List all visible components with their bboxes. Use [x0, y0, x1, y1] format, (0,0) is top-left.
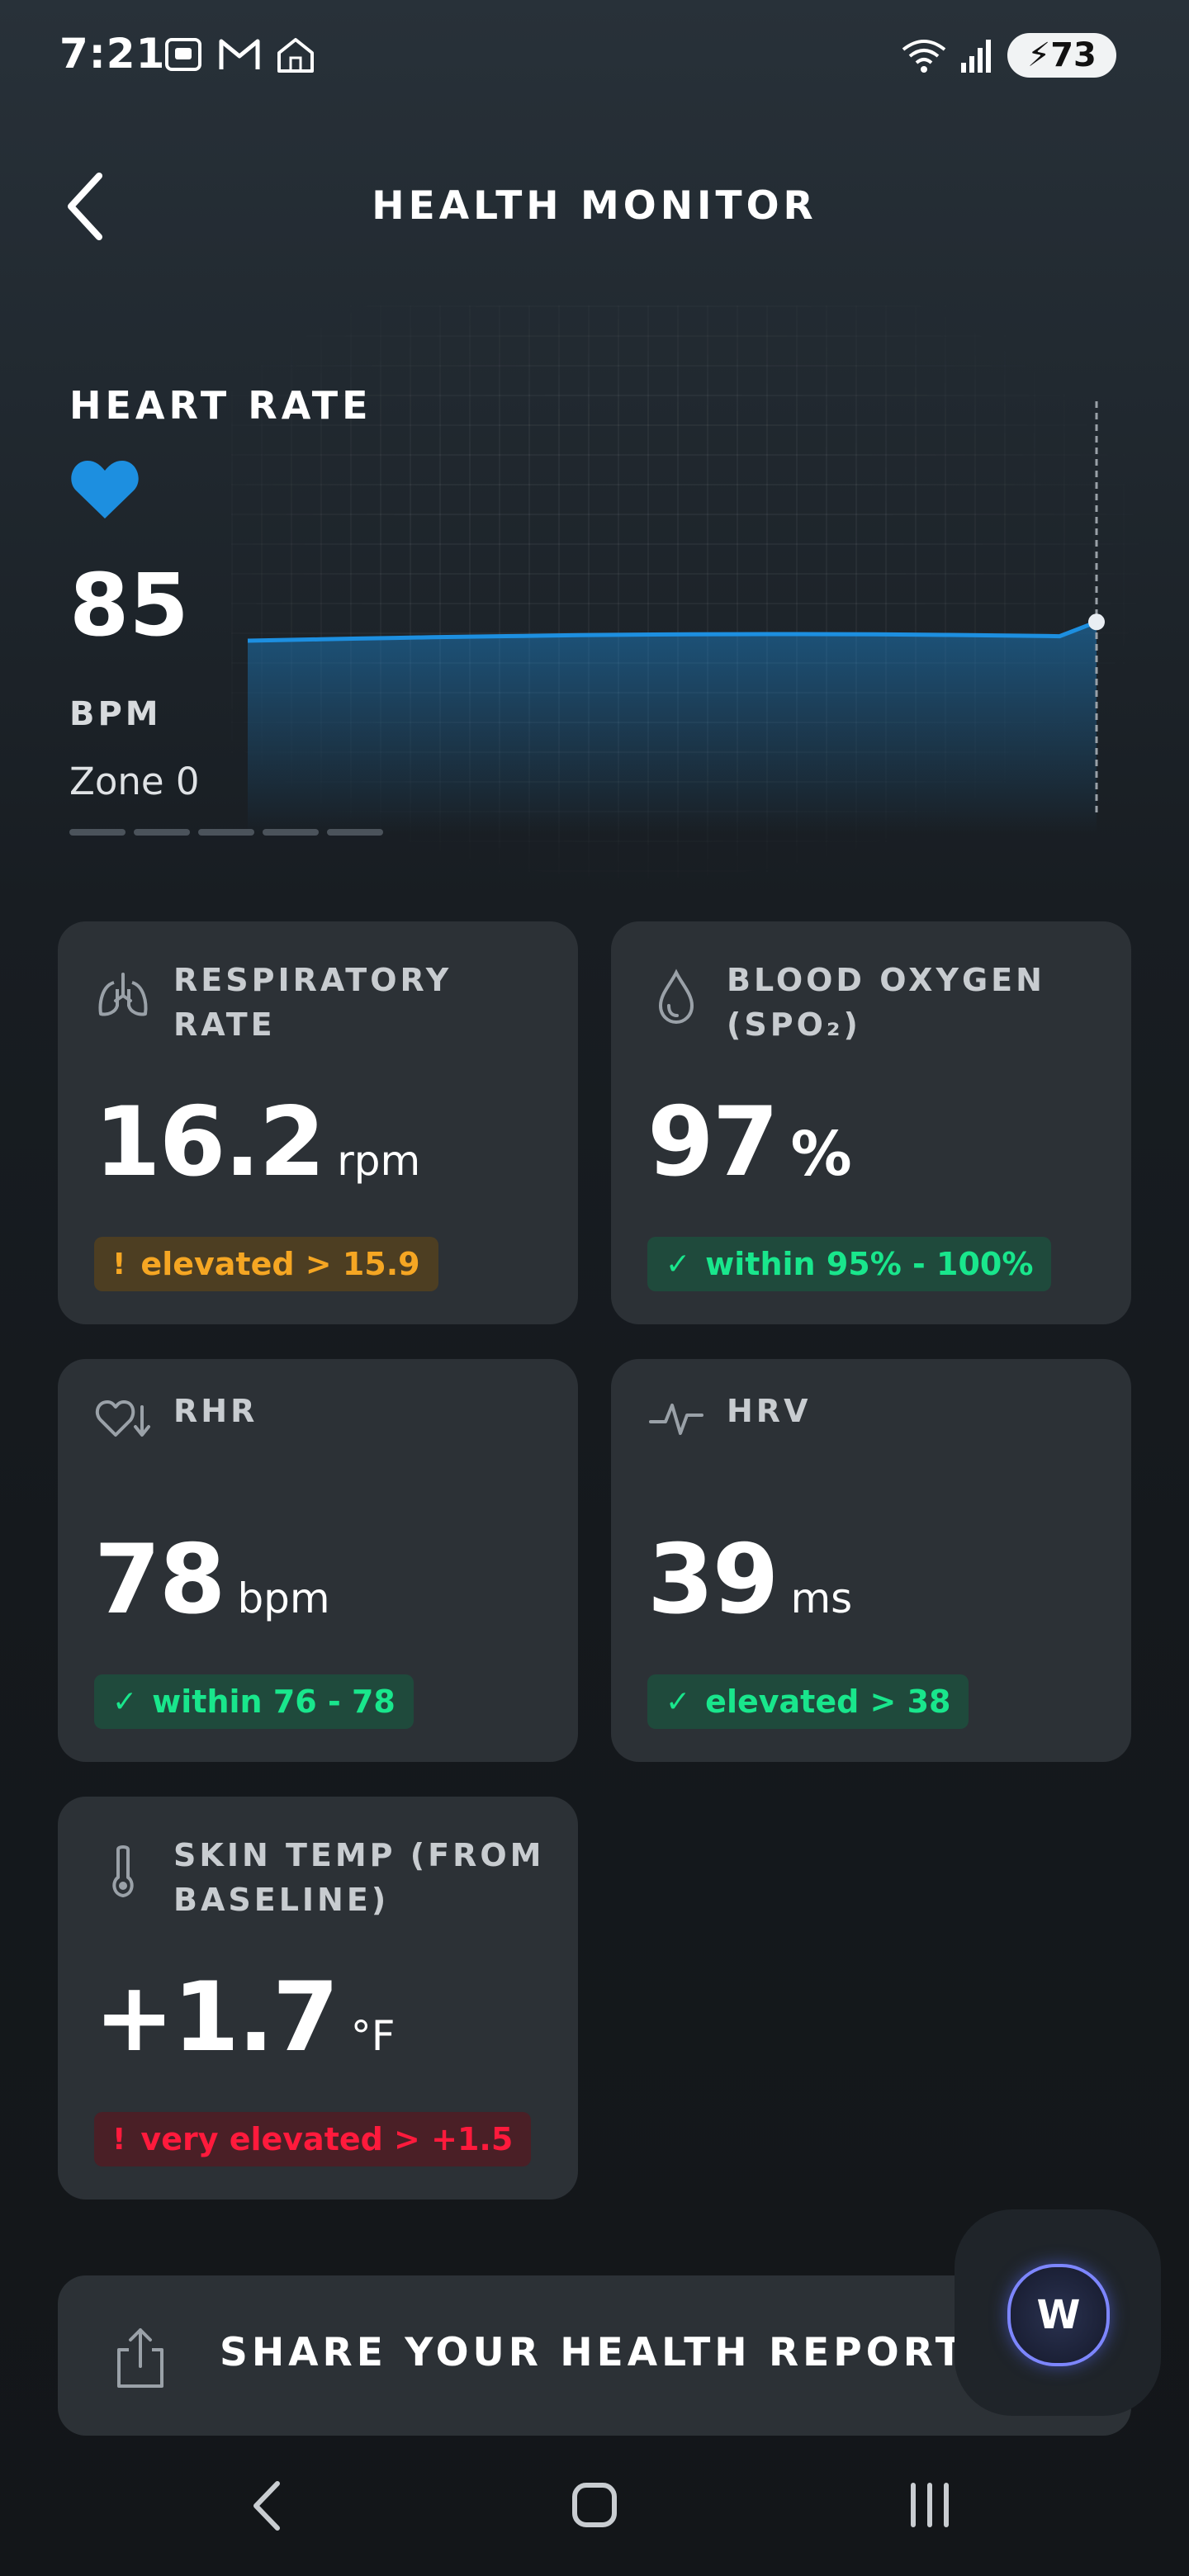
signal-icon	[961, 40, 991, 73]
check-icon: ✓	[666, 1684, 691, 1719]
page-title: HEALTH MONITOR	[372, 183, 817, 229]
lungs-icon	[98, 973, 148, 1016]
alert-icon: !	[112, 2122, 126, 2157]
battery-charging-icon: ⚡	[1027, 36, 1051, 74]
metric-label: SKIN TEMP (FROM BASELINE)	[173, 1837, 545, 1918]
status-badge: ✓ elevated > 38	[647, 1674, 969, 1729]
battery-indicator: ⚡ 73	[1007, 33, 1116, 78]
metric-unit: rpm	[337, 1137, 421, 1185]
metric-unit: °F	[350, 2012, 396, 2060]
status-text: elevated > 38	[705, 1683, 951, 1720]
respiratory-rate-card[interactable]: RESPIRATORY RATE 16.2 rpm ! elevated > 1…	[58, 921, 578, 1324]
home-icon	[277, 38, 314, 73]
droplet-icon	[658, 968, 694, 1025]
metric-unit: ms	[790, 1574, 853, 1622]
nav-recents-button[interactable]	[905, 2480, 955, 2530]
wifi-icon	[902, 40, 946, 73]
nav-home-button[interactable]	[570, 2480, 619, 2530]
zone-bars	[69, 829, 383, 836]
pulse-icon	[649, 1404, 703, 1435]
warning-icon: !	[112, 1247, 126, 1281]
metric-unit: %	[790, 1119, 852, 1190]
heart-rate-chart	[247, 401, 1105, 834]
metric-number: 39	[647, 1524, 779, 1636]
heart-down-icon	[95, 1400, 150, 1437]
metric-number: 97	[647, 1087, 779, 1198]
heart-rate-zone: Zone 0	[69, 760, 200, 803]
metric-label: RESPIRATORY RATE	[173, 962, 452, 1043]
status-time: 7:21	[59, 30, 166, 78]
status-text: within 95% - 100%	[705, 1246, 1034, 1282]
metric-value: +1.7 °F	[94, 1962, 395, 2073]
status-text: very elevated > +1.5	[140, 2121, 514, 2157]
status-badge: ✓ within 76 - 78	[94, 1674, 414, 1729]
status-right-icons: ⚡ 73	[900, 33, 1116, 78]
zone-bar	[198, 829, 254, 836]
metric-unit: bpm	[237, 1574, 330, 1622]
thermometer-icon	[112, 1845, 134, 1897]
zone-bar	[69, 829, 126, 836]
rhr-card[interactable]: RHR 78 bpm ✓ within 76 - 78	[58, 1359, 578, 1762]
hrv-card[interactable]: HRV 39 ms ✓ elevated > 38	[611, 1359, 1131, 1762]
gmail-icon	[219, 39, 260, 69]
heart-rate-value: 85	[69, 555, 189, 656]
metric-number: +1.7	[94, 1962, 339, 2073]
battery-level: 73	[1050, 36, 1097, 74]
zone-bar	[263, 829, 319, 836]
heart-rate-unit: BPM	[69, 695, 162, 733]
status-text: elevated > 15.9	[140, 1246, 420, 1282]
check-icon: ✓	[666, 1247, 691, 1281]
whoop-coach-button[interactable]: W	[1007, 2264, 1110, 2366]
share-icon	[117, 2328, 163, 2388]
status-badge: ! very elevated > +1.5	[94, 2112, 532, 2166]
check-icon: ✓	[112, 1684, 138, 1719]
share-label: SHARE YOUR HEALTH REPORT	[220, 2330, 966, 2375]
heart-icon	[71, 461, 139, 519]
metric-value: 97 %	[647, 1087, 852, 1198]
metric-value: 78 bpm	[94, 1524, 330, 1636]
heart-rate-area	[248, 622, 1097, 834]
metric-number: 78	[94, 1524, 225, 1636]
status-badge: ! elevated > 15.9	[94, 1237, 438, 1291]
zone-bar	[134, 829, 190, 836]
metric-value: 16.2 rpm	[94, 1087, 420, 1198]
blood-oxygen-card[interactable]: BLOOD OXYGEN (SPO₂) 97 % ✓ within 95% - …	[611, 921, 1131, 1324]
current-reading-dot	[1088, 613, 1105, 631]
metric-number: 16.2	[94, 1087, 325, 1198]
zone-bar	[327, 829, 383, 836]
metric-label: BLOOD OXYGEN (SPO₂)	[727, 962, 1045, 1043]
status-left-icons	[162, 33, 317, 76]
whoop-logo-icon: W	[1036, 2292, 1081, 2338]
metric-value: 39 ms	[647, 1524, 852, 1636]
metric-label: RHR	[173, 1393, 258, 1429]
status-badge: ✓ within 95% - 100%	[647, 1237, 1052, 1291]
status-text: within 76 - 78	[152, 1683, 396, 1720]
heart-rate-title: HEART RATE	[69, 383, 372, 428]
nav-back-button[interactable]	[246, 2477, 287, 2535]
metric-label: HRV	[727, 1393, 812, 1429]
screenshot-icon	[165, 38, 201, 71]
skin-temp-card[interactable]: SKIN TEMP (FROM BASELINE) +1.7 °F ! very…	[58, 1797, 578, 2200]
